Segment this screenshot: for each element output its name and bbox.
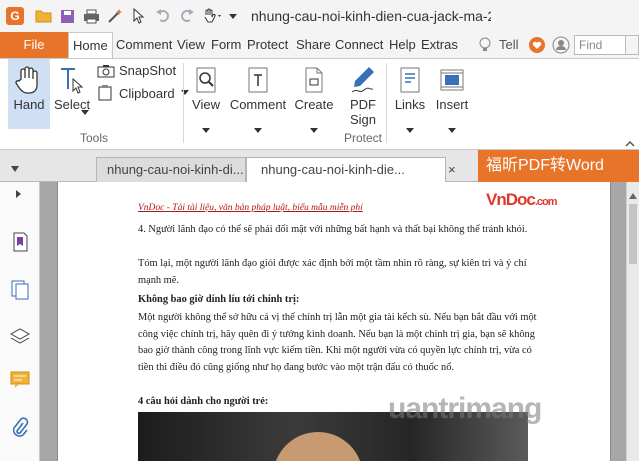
ribbon-separator bbox=[386, 63, 387, 143]
tab-extras[interactable]: Extras bbox=[421, 32, 458, 58]
lightbulb-icon[interactable] bbox=[478, 37, 492, 56]
paragraph-3: Một người không thể sở hữu cả vị thế chí… bbox=[138, 312, 537, 373]
document-tab-1[interactable]: nhung-cau-noi-kinh-di... bbox=[96, 157, 246, 182]
title-bar: G nhung-cau-noi-kinh-dien-cua-jack-ma-2.… bbox=[0, 0, 639, 32]
clipboard-icon bbox=[98, 85, 112, 101]
create-button[interactable]: Create bbox=[293, 59, 335, 112]
tell-me-label[interactable]: Tell bbox=[499, 37, 519, 52]
comments-panel-icon[interactable] bbox=[8, 368, 32, 392]
document-tab-2[interactable]: nhung-cau-noi-kinh-die... bbox=[246, 157, 446, 182]
hand-icon bbox=[15, 63, 43, 97]
ribbon-tab-bar: File Home Comment View Form Protect Shar… bbox=[0, 32, 639, 59]
scroll-thumb[interactable] bbox=[629, 204, 637, 264]
redo-icon[interactable] bbox=[178, 6, 196, 26]
create-label: Create bbox=[294, 97, 334, 112]
cursor-select-icon[interactable] bbox=[130, 6, 148, 26]
tab-form[interactable]: Form bbox=[211, 32, 241, 58]
navigation-panel bbox=[0, 182, 40, 461]
window-title: nhung-cau-noi-kinh-dien-cua-jack-ma-2.p.… bbox=[251, 8, 491, 24]
select-dropdown-arrow-icon[interactable] bbox=[81, 105, 89, 119]
create-dropdown-arrow-icon[interactable] bbox=[310, 123, 318, 137]
pdf-sign-label-line2: Sign bbox=[349, 112, 377, 127]
clipboard-label: Clipboard bbox=[119, 85, 175, 101]
attachments-icon[interactable] bbox=[8, 416, 32, 440]
insert-dropdown-arrow-icon[interactable] bbox=[448, 123, 456, 137]
comment-button[interactable]: Comment bbox=[229, 59, 287, 112]
vndoc-logo-suffix: .com bbox=[534, 196, 558, 208]
view-label: View bbox=[192, 97, 220, 112]
find-input[interactable]: Find bbox=[574, 35, 626, 55]
comment-label: Comment bbox=[229, 97, 287, 112]
page-thumbnails-icon[interactable] bbox=[8, 278, 32, 302]
paragraph-2: Tóm lại, một người lãnh đạo giỏi được xá… bbox=[138, 258, 527, 286]
snapshot-label: SnapShot bbox=[119, 63, 177, 78]
snapshot-button[interactable]: SnapShot bbox=[97, 63, 176, 78]
text-select-icon bbox=[58, 63, 86, 97]
clipboard-button[interactable]: Clipboard bbox=[97, 85, 189, 101]
paragraph-1: 4. Người lãnh đạo có thể sẽ phải đối mặt… bbox=[138, 224, 528, 235]
heading-politics: Không bao giờ dính líu tới chính trị: bbox=[138, 294, 300, 305]
document-viewport[interactable]: VnDoc - Tải tài liệu, văn bản pháp luật,… bbox=[40, 182, 639, 461]
tab-help[interactable]: Help bbox=[389, 32, 416, 58]
print-icon[interactable] bbox=[82, 6, 100, 26]
tools-group-label: Tools bbox=[80, 131, 109, 145]
tab-view[interactable]: View bbox=[177, 32, 205, 58]
scroll-up-arrow-icon[interactable] bbox=[629, 188, 637, 202]
ribbon-panel: Hand Select SnapShot Clipboard Tools Vie… bbox=[0, 58, 639, 150]
heart-icon[interactable] bbox=[528, 36, 546, 57]
customize-toolbar-icon[interactable] bbox=[226, 6, 240, 26]
panel-expand-icon[interactable] bbox=[14, 188, 24, 202]
bookmarks-icon[interactable] bbox=[8, 230, 32, 254]
layers-icon[interactable] bbox=[8, 324, 32, 348]
tab-protect[interactable]: Protect bbox=[247, 32, 288, 58]
user-account-icon[interactable] bbox=[552, 36, 570, 57]
insert-label: Insert bbox=[435, 97, 469, 112]
view-dropdown-arrow-icon[interactable] bbox=[202, 123, 210, 137]
link-page-icon bbox=[398, 63, 422, 97]
tab-comment[interactable]: Comment bbox=[116, 32, 172, 58]
hand-tool-dropdown-icon[interactable] bbox=[202, 6, 224, 26]
comment-dropdown-arrow-icon[interactable] bbox=[254, 123, 262, 137]
zoom-page-icon bbox=[194, 63, 218, 97]
camera-icon bbox=[97, 64, 115, 77]
save-icon[interactable] bbox=[58, 6, 76, 26]
insert-media-icon bbox=[439, 63, 465, 97]
find-options-button[interactable] bbox=[626, 35, 639, 55]
file-tab[interactable]: File bbox=[0, 32, 68, 58]
pen-sign-icon bbox=[349, 63, 377, 97]
tab-home[interactable]: Home bbox=[68, 32, 113, 59]
links-label: Links bbox=[394, 97, 426, 112]
pdf-to-word-promo-button[interactable]: 福昕PDF转Word bbox=[478, 150, 639, 182]
ribbon-separator bbox=[183, 63, 184, 143]
tab-list-dropdown-icon[interactable] bbox=[10, 162, 20, 176]
vertical-scrollbar[interactable] bbox=[626, 182, 639, 461]
app-logo-icon[interactable]: G bbox=[6, 7, 24, 25]
pdf-page[interactable]: VnDoc - Tải tài liệu, văn bản pháp luật,… bbox=[57, 182, 611, 461]
hand-label: Hand bbox=[13, 97, 45, 112]
links-dropdown-arrow-icon[interactable] bbox=[406, 123, 414, 137]
document-header-link[interactable]: VnDoc - Tải tài liệu, văn bản pháp luật,… bbox=[138, 200, 538, 217]
insert-button[interactable]: Insert bbox=[432, 59, 472, 112]
magic-wand-icon[interactable] bbox=[106, 6, 124, 26]
protect-group-label: Protect bbox=[344, 131, 383, 145]
links-button[interactable]: Links bbox=[392, 59, 428, 112]
tab-share[interactable]: Share bbox=[296, 32, 331, 58]
tab-connect[interactable]: Connect bbox=[335, 32, 383, 58]
collapse-ribbon-icon[interactable] bbox=[625, 137, 635, 151]
pdf-sign-label-line1: PDF bbox=[350, 97, 376, 112]
undo-icon[interactable] bbox=[154, 6, 172, 26]
open-folder-icon[interactable] bbox=[34, 6, 52, 26]
view-button[interactable]: View bbox=[188, 59, 224, 112]
close-tab-icon[interactable]: × bbox=[448, 162, 456, 177]
vndoc-logo-text: VnDoc bbox=[486, 190, 536, 209]
hand-tool-button[interactable]: Hand bbox=[8, 59, 50, 129]
watermark-text: uantrimang bbox=[388, 392, 542, 425]
typewriter-icon bbox=[246, 63, 270, 97]
create-document-icon bbox=[302, 63, 326, 97]
pdf-sign-button[interactable]: PDF Sign bbox=[343, 59, 383, 127]
vndoc-logo: VnDoc.com bbox=[486, 190, 558, 210]
